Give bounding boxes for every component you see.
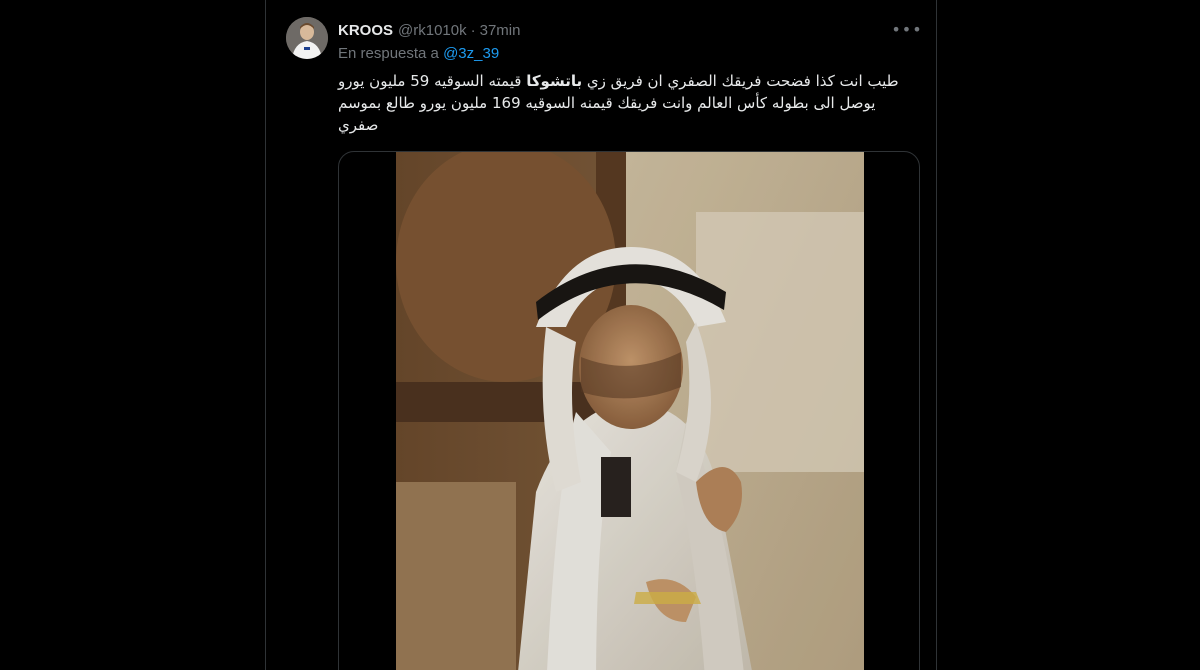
- tweet-text-bold[interactable]: باتشوكا: [526, 72, 582, 90]
- display-name[interactable]: KROOS: [338, 22, 393, 39]
- more-horizontal-icon: •••: [891, 19, 923, 39]
- separator-dot: ·: [470, 21, 476, 39]
- avatar-image: [286, 17, 328, 59]
- more-options-button[interactable]: •••: [891, 18, 921, 40]
- tweet-text-part-1: طيب انت كذا فضحت فريقك الصفري ان فريق زي: [582, 72, 899, 90]
- timestamp[interactable]: 37min: [480, 22, 521, 39]
- tweet[interactable]: KROOS @rk1010k · 37min ••• En respuesta …: [265, 0, 937, 670]
- reply-context: En respuesta a @3z_39: [338, 45, 499, 62]
- user-handle[interactable]: @rk1010k: [398, 22, 467, 39]
- video-frame-image: [396, 152, 864, 670]
- reply-prefix: En respuesta a: [338, 45, 439, 62]
- reply-mention-link[interactable]: @3z_39: [443, 45, 499, 62]
- avatar[interactable]: [286, 17, 328, 59]
- tweet-header: KROOS @rk1010k · 37min: [338, 20, 520, 40]
- video-player[interactable]: [338, 151, 920, 670]
- video-thumbnail[interactable]: [396, 152, 864, 670]
- page: KROOS @rk1010k · 37min ••• En respuesta …: [0, 0, 1200, 670]
- tweet-text: طيب انت كذا فضحت فريقك الصفري ان فريق زي…: [338, 70, 918, 136]
